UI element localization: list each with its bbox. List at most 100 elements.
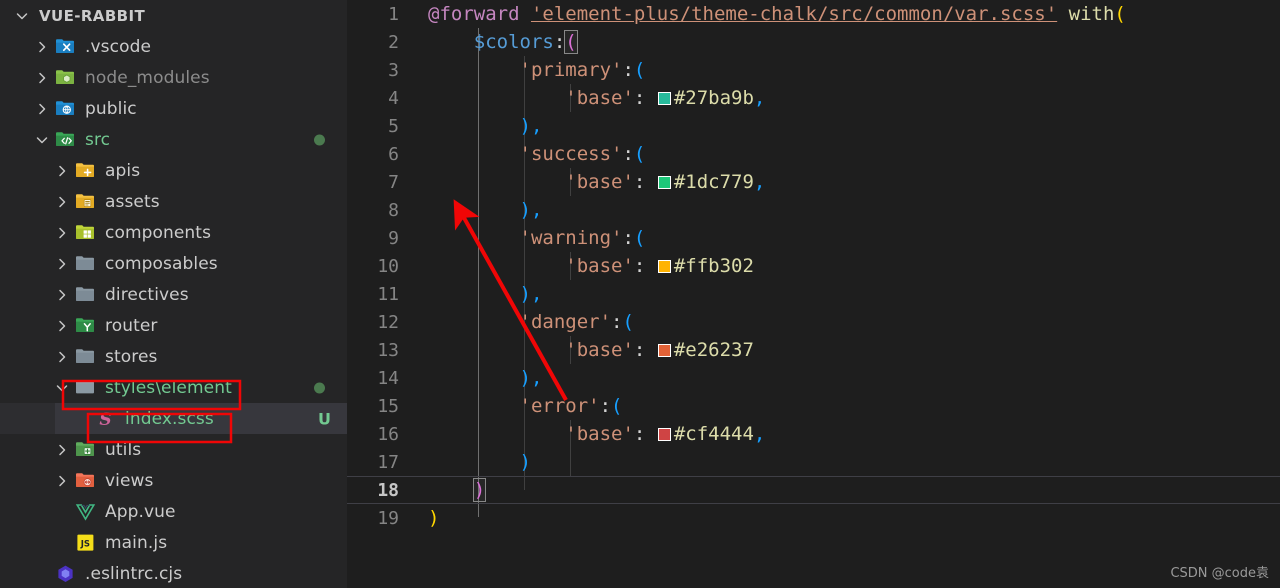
code-line[interactable]: 16 'base': #cf4444, — [347, 420, 1280, 448]
code-text[interactable]: ), — [413, 367, 543, 389]
token-keyword: @forward — [428, 3, 520, 25]
tree-item-composables[interactable]: composables — [0, 248, 347, 279]
tree-item-label: node_modules — [85, 67, 210, 88]
tree-item--eslintrc-cjs[interactable]: .eslintrc.cjs — [0, 558, 347, 588]
code-text[interactable]: ), — [413, 199, 543, 221]
token-bracket: ) — [519, 367, 531, 389]
code-text[interactable]: 'base': #1dc779, — [413, 171, 765, 193]
code-text[interactable]: 'base': #cf4444, — [413, 423, 765, 445]
code-text[interactable]: ) — [413, 451, 531, 473]
folder-views-icon — [75, 470, 96, 491]
code-line[interactable]: 12 'danger':( — [347, 308, 1280, 336]
folder-components-icon — [75, 222, 96, 243]
code-line[interactable]: 9 'warning':( — [347, 224, 1280, 252]
tree-item-node_modules[interactable]: node_modules — [0, 62, 347, 93]
tree-item-views[interactable]: views — [0, 465, 347, 496]
code-text[interactable]: ) — [413, 507, 439, 529]
tree-item-utils[interactable]: utils — [0, 434, 347, 465]
code-text[interactable]: ), — [413, 283, 543, 305]
code-text[interactable]: 'error':( — [413, 395, 623, 417]
tree-item--vscode[interactable]: .vscode — [0, 31, 347, 62]
file-tree[interactable]: VUE-RABBIT .vscode node_modulespublic src ap… — [0, 0, 347, 588]
code-line[interactable]: 18 ) — [347, 476, 1280, 504]
token-key: 'base' — [565, 87, 634, 109]
line-number: 11 — [377, 283, 399, 305]
tree-item-router[interactable]: router — [0, 310, 347, 341]
tree-item-apis[interactable]: apis — [0, 155, 347, 186]
chevron-right-icon[interactable] — [34, 70, 50, 86]
token-bracket-match: ( — [564, 30, 578, 54]
code-line[interactable]: 14 ), — [347, 364, 1280, 392]
code-line[interactable]: 4 'base': #27ba9b, — [347, 84, 1280, 112]
code-text[interactable]: 'base': #e26237 — [413, 339, 754, 361]
token-key: 'primary' — [519, 59, 623, 81]
tree-item-label: index.scss — [125, 408, 214, 429]
tree-item-directives[interactable]: directives — [0, 279, 347, 310]
chevron-right-icon[interactable] — [34, 39, 50, 55]
token-color-value: #e26237 — [673, 339, 754, 361]
chevron-right-icon[interactable] — [54, 287, 70, 303]
code-text[interactable]: 'primary':( — [413, 59, 646, 81]
chevron-right-icon[interactable] — [54, 318, 70, 334]
tree-item-app-vue[interactable]: App.vue — [0, 496, 347, 527]
code-text[interactable]: ), — [413, 115, 543, 137]
code-line[interactable]: 6 'success':( — [347, 140, 1280, 168]
tree-item-main-js[interactable]: JS main.js — [0, 527, 347, 558]
chevron-right-icon[interactable] — [34, 101, 50, 117]
eslint-icon — [55, 563, 76, 584]
tree-item-assets[interactable]: assets — [0, 186, 347, 217]
code-text[interactable]: ) — [413, 478, 487, 502]
code-text[interactable]: 'base': #ffb302 — [413, 255, 754, 277]
chevron-right-icon[interactable] — [54, 256, 70, 272]
token-key: 'warning' — [519, 227, 623, 249]
chevron-right-icon[interactable] — [54, 225, 70, 241]
code-line[interactable]: 11 ), — [347, 280, 1280, 308]
code-lines[interactable]: 1 @forward 'element-plus/theme-chalk/src/… — [347, 0, 1280, 532]
chevron-right-icon[interactable] — [54, 194, 70, 210]
git-modified-dot — [314, 382, 325, 393]
explorer-root-row[interactable]: VUE-RABBIT — [0, 0, 347, 31]
code-line[interactable]: 13 'base': #e26237 — [347, 336, 1280, 364]
chevron-right-icon[interactable] — [54, 163, 70, 179]
code-line[interactable]: 2 $colors:( — [347, 28, 1280, 56]
chevron-down-icon[interactable] — [14, 8, 30, 24]
code-line[interactable]: 10 'base': #ffb302 — [347, 252, 1280, 280]
chevron-right-icon[interactable] — [54, 473, 70, 489]
code-line[interactable]: 8 ), — [347, 196, 1280, 224]
code-line[interactable]: 1 @forward 'element-plus/theme-chalk/src/… — [347, 0, 1280, 28]
tree-item-public[interactable]: public — [0, 93, 347, 124]
code-text[interactable]: 'success':( — [413, 143, 646, 165]
line-number: 3 — [388, 59, 399, 81]
tree-item-components[interactable]: components — [0, 217, 347, 248]
code-line[interactable]: 3 'primary':( — [347, 56, 1280, 84]
code-line[interactable]: 7 'base': #1dc779, — [347, 168, 1280, 196]
chevron-right-icon[interactable] — [54, 349, 70, 365]
svg-text:S: S — [99, 410, 111, 429]
chevron-down-icon[interactable] — [34, 132, 50, 148]
code-line[interactable]: 19) — [347, 504, 1280, 532]
code-text[interactable]: $colors:( — [413, 30, 578, 54]
tree-item-src[interactable]: src — [0, 124, 347, 155]
tree-item-label: styles\element — [105, 377, 232, 398]
code-line[interactable]: 17 ) — [347, 448, 1280, 476]
token-key: 'base' — [565, 423, 634, 445]
token-key: 'error' — [519, 395, 600, 417]
code-line[interactable]: 5 ), — [347, 112, 1280, 140]
code-text[interactable]: 'warning':( — [413, 227, 646, 249]
code-text[interactable]: 'base': #27ba9b, — [413, 87, 765, 109]
token-color-value: #cf4444 — [673, 423, 754, 445]
tree-item-stores[interactable]: stores — [0, 341, 347, 372]
line-number: 14 — [377, 367, 399, 389]
color-swatch — [657, 92, 671, 105]
code-editor[interactable]: 1 @forward 'element-plus/theme-chalk/src/… — [347, 0, 1280, 588]
code-line[interactable]: 15 'error':( — [347, 392, 1280, 420]
code-text[interactable]: 'danger':( — [413, 311, 634, 333]
code-text[interactable]: @forward 'element-plus/theme-chalk/src/c… — [413, 3, 1126, 25]
explorer-sidebar[interactable]: VUE-RABBIT .vscode node_modulespublic src ap… — [0, 0, 347, 588]
chevron-right-icon[interactable] — [54, 442, 70, 458]
tree-item-styles-element[interactable]: styles\element — [0, 372, 347, 403]
tree-item-label: composables — [105, 253, 218, 274]
tree-item-index-scss[interactable]: Sindex.scss U — [0, 403, 347, 434]
chevron-down-icon[interactable] — [54, 380, 70, 396]
line-number: 9 — [388, 227, 399, 249]
